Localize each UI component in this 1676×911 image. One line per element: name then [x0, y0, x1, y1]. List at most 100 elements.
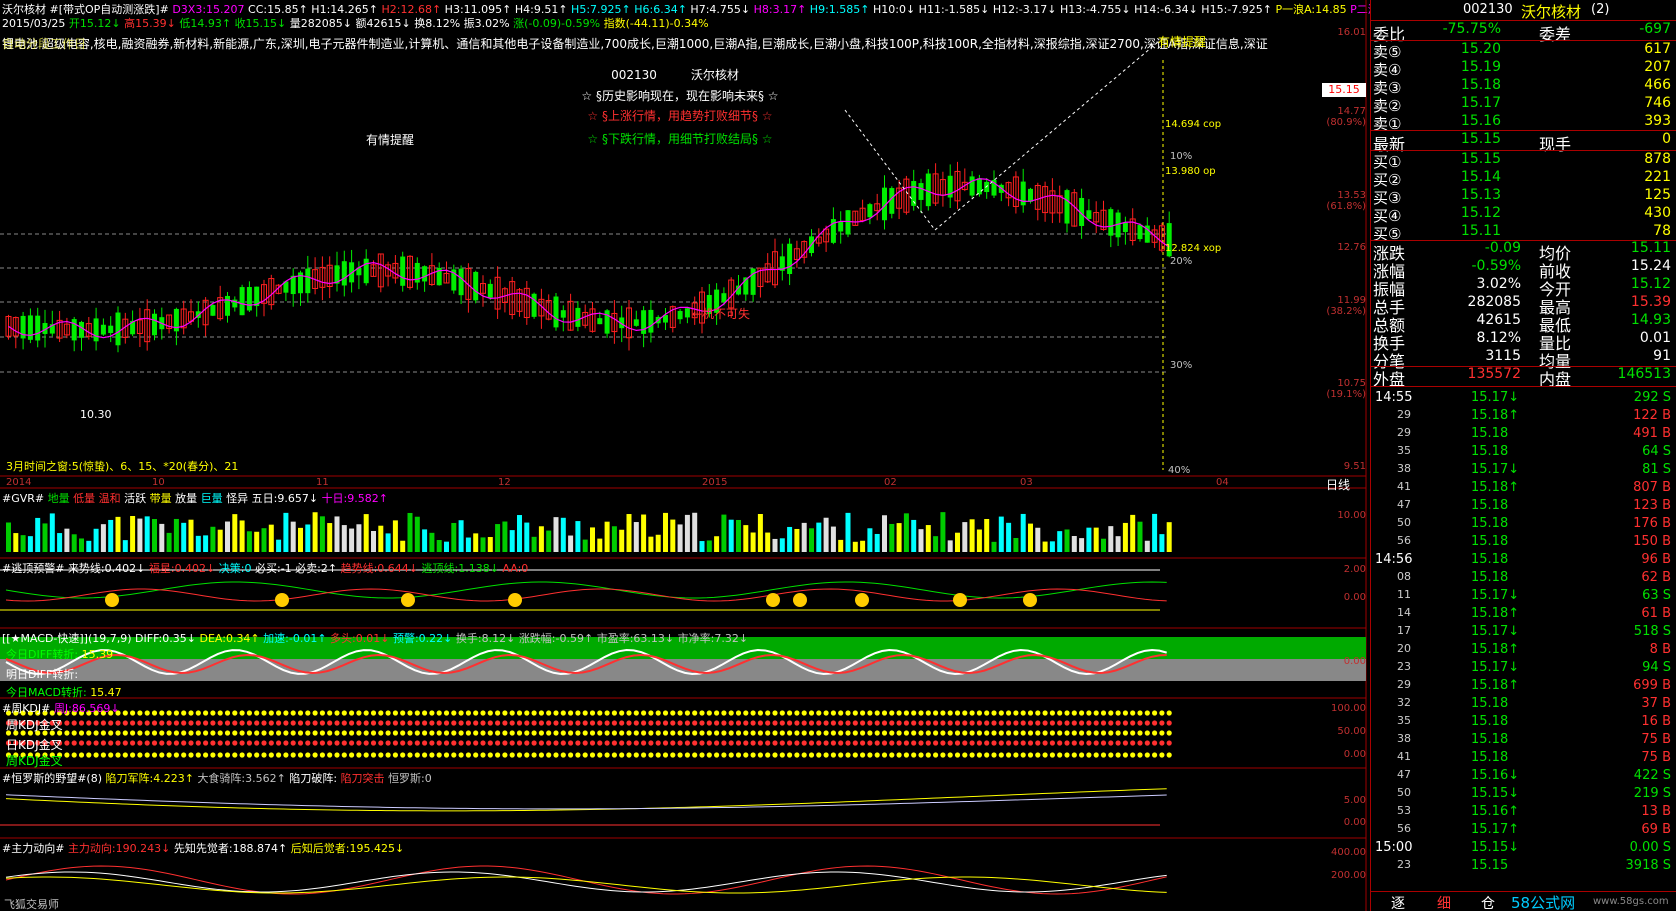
quote-stat-cell: -0.59%	[1471, 258, 1521, 274]
kdj-dot	[925, 710, 931, 716]
volume-bar	[933, 536, 939, 552]
kdj-dot	[356, 740, 362, 746]
tick-cell: 41	[1397, 750, 1411, 763]
volume-bar	[692, 512, 698, 552]
candle-down	[115, 312, 121, 346]
tick-cell: 123 B	[1633, 498, 1671, 513]
kdj-dot	[940, 720, 946, 726]
kdj-dot	[210, 752, 216, 758]
escape-item-3: 必买:-1	[254, 562, 296, 575]
kdj-dot	[64, 730, 70, 736]
kdj-dot	[874, 752, 880, 758]
tick-cell: 37 B	[1641, 696, 1671, 711]
volume-bar	[239, 520, 245, 552]
candle-down	[597, 318, 603, 325]
volume-bar	[962, 522, 968, 552]
tick-cell: 23	[1397, 858, 1411, 871]
kdj-dot	[838, 720, 844, 726]
tick-cell: 38	[1397, 732, 1411, 745]
tick-cell: 61 B	[1641, 606, 1671, 621]
buy-level-cell: 15.14	[1460, 169, 1501, 185]
kdj-dot	[86, 720, 92, 726]
kdj-dot	[911, 720, 917, 726]
main-force-title: #主力动向# 主力动向:190.243↓ 先知先觉者:188.874↑ 后知后觉…	[2, 842, 405, 855]
volume-bar	[1115, 536, 1121, 552]
kdj-dot	[1035, 740, 1041, 746]
kdj-dot	[765, 730, 771, 736]
center-code: 002130	[611, 68, 657, 82]
macd-title: [[★MACD-快速]](19,7,9) DIFF:0.35↓ DEA:0.34…	[2, 632, 749, 645]
price-axis-label: 12.76	[1337, 242, 1366, 253]
time-window-label: 3月时间之窗:5(惊蛰)、6、15、*20(春分)、21	[6, 460, 239, 473]
buy-level: 买① 15.15 878	[1371, 151, 1676, 171]
candle-down	[1137, 224, 1143, 240]
kdj-dot	[611, 740, 618, 746]
quote-panel[interactable]: 002130 沃尔核材 (2) 委比 -75.75% 委差 -697 卖⑤ 15.20 61…	[1370, 0, 1676, 911]
tab-xi[interactable]: 细	[1437, 893, 1451, 911]
volume-bar	[531, 536, 537, 552]
kdj-dot	[743, 720, 749, 726]
kdj-dot	[100, 720, 106, 726]
kdj-dot	[1093, 752, 1099, 758]
kdj-dot	[195, 710, 201, 716]
kdj-dot	[327, 752, 333, 758]
kdj-dot	[1006, 740, 1012, 746]
volume-bar	[560, 517, 566, 552]
kdj-dot	[1086, 740, 1092, 746]
tab-cang[interactable]: 仓	[1481, 893, 1495, 911]
kdj-dot	[1159, 752, 1165, 758]
kdj-dot	[239, 720, 245, 726]
kdj-dot	[670, 730, 676, 736]
kdj-dot	[531, 720, 537, 726]
volume-bar	[728, 519, 734, 552]
kdj-dot	[86, 730, 92, 736]
kdj-dot	[1064, 720, 1070, 726]
kdj-left1: 周KDJ金叉	[6, 718, 63, 732]
volume-bar	[451, 522, 457, 552]
volume-bar	[1064, 529, 1070, 552]
price-axis-label: 16.01	[1337, 27, 1366, 38]
kdj-dot	[867, 740, 873, 746]
kdj-dot	[473, 720, 479, 726]
volume-bar	[444, 541, 449, 552]
kdj-dot	[268, 740, 274, 746]
kdj-dot	[1006, 720, 1012, 726]
kdj-dot	[188, 752, 194, 758]
kdj-dot	[1166, 710, 1172, 716]
kdj-dot	[356, 720, 362, 726]
volume-bar	[181, 522, 187, 552]
kdj-dot	[954, 710, 961, 716]
tick-cell: 50	[1397, 516, 1411, 529]
kdj-dot	[422, 752, 428, 758]
tab-zhu[interactable]: 逐	[1391, 893, 1405, 911]
chart-area[interactable]: 沃尔核材 #[带式OP自动测涨跌]# D3X3:15.207 CC:15.85↑…	[0, 0, 1386, 911]
tick-cell: 62 B	[1641, 570, 1671, 585]
kdj-dot	[1013, 720, 1019, 726]
kdj-dot	[911, 752, 917, 758]
volume-bar	[261, 528, 267, 552]
kdj-dot	[560, 730, 566, 736]
volume-bar	[736, 519, 741, 552]
kdj-dot	[1122, 740, 1128, 746]
kdj-dot	[560, 752, 566, 758]
volume-bar	[49, 513, 55, 552]
kdj-dot	[838, 710, 844, 716]
tick-cell: 15.18	[1471, 444, 1509, 459]
candle-down	[867, 204, 873, 218]
tick-cell: 75 B	[1641, 750, 1671, 765]
kdj-dot	[108, 730, 114, 736]
kdj-dot	[641, 730, 647, 736]
kdj-dot	[429, 752, 435, 758]
macd-left2: 明日DIFF转折:	[6, 668, 79, 681]
kdj-dot	[1027, 730, 1034, 736]
candle-down	[575, 307, 581, 327]
kdj-dot	[400, 720, 406, 726]
kdj-dot	[1115, 752, 1121, 758]
kdj-dot	[370, 720, 377, 726]
volume-bar	[195, 535, 201, 552]
kdj-dot	[808, 752, 815, 758]
macd-item-3: 多头:0.01↓	[330, 632, 393, 645]
volume-bar	[590, 527, 595, 552]
period-label-text[interactable]: 日线	[1326, 476, 1350, 493]
kdj-dot	[933, 710, 939, 716]
